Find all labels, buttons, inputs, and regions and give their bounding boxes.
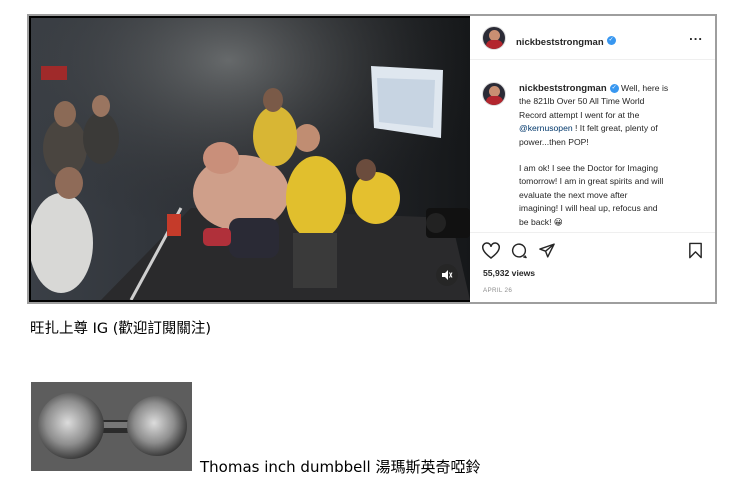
dumbbell-photo <box>31 382 192 471</box>
heart-icon[interactable] <box>482 242 500 264</box>
caption-line: evaluate the next move after <box>519 189 628 200</box>
post-sidebar: nickbeststrongman ✓ ... nickbeststrongman… <box>470 16 715 302</box>
post-date[interactable]: APRIL 26 <box>483 287 512 294</box>
post-video[interactable] <box>31 18 470 300</box>
avatar[interactable] <box>482 26 506 50</box>
caption-line: the 821lb Over 50 All Time World <box>519 96 645 107</box>
caption-line: I am ok! I see the Doctor for Imaging <box>519 163 658 174</box>
video-frame-image <box>31 18 470 300</box>
username-link[interactable]: nickbeststrongman <box>516 37 604 48</box>
header-username-row: nickbeststrongman ✓ <box>516 32 616 50</box>
verified-badge-icon: ✓ <box>606 36 616 46</box>
dumbbell-image <box>31 382 192 471</box>
mute-icon[interactable] <box>436 264 458 286</box>
ig-caption: 旺扎上尊 IG (歡迎訂閱關注) <box>30 321 212 337</box>
caption-avatar[interactable] <box>482 82 506 106</box>
dumbbell-caption: Thomas inch dumbbell 湯瑪斯英奇啞鈴 <box>200 458 481 476</box>
caption-line: be back! 😀 <box>519 216 563 227</box>
more-options-icon[interactable]: ... <box>689 28 703 43</box>
post-header: nickbeststrongman ✓ ... <box>470 16 715 60</box>
caption-verified-badge-icon: ✓ <box>609 84 619 94</box>
comment-icon[interactable] <box>510 242 528 264</box>
bookmark-icon[interactable] <box>688 242 703 264</box>
caption-line: power...then POP! <box>519 136 589 147</box>
post-actions: 55,932 views APRIL 26 <box>470 232 715 302</box>
caption-line: ! It felt great, plenty of <box>572 123 658 134</box>
caption-line: Well, here is <box>621 83 669 93</box>
instagram-post-frame: nickbeststrongman ✓ ... nickbeststrongman… <box>27 14 717 304</box>
caption-line: Record attempt I went for at the <box>519 109 640 120</box>
caption-line: tomorrow! I am in great spirits and will <box>519 176 664 187</box>
share-icon[interactable] <box>538 242 556 264</box>
view-count[interactable]: 55,932 views <box>483 268 535 278</box>
mention-link[interactable]: @kernusopen <box>519 123 573 133</box>
caption-username-link[interactable]: nickbeststrongman <box>519 83 607 94</box>
post-caption: nickbeststrongman ✓ Well, here is the 821… <box>519 82 704 229</box>
caption-line: imagining! I will heal up, refocus and <box>519 203 658 214</box>
